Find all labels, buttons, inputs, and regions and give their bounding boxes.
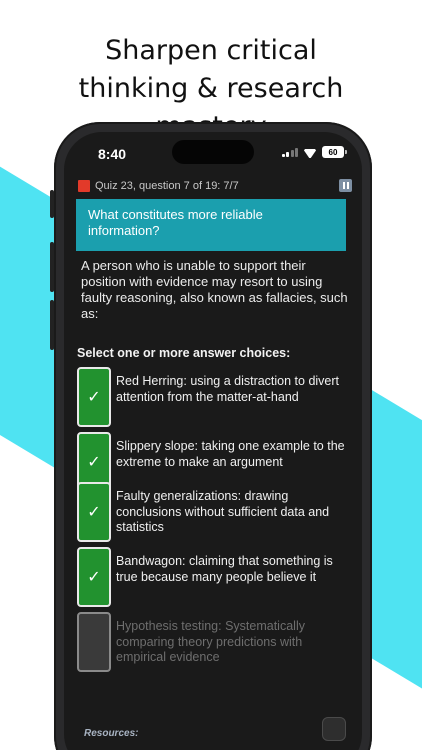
check-icon: ✓ [87,452,101,471]
status-time: 8:40 [98,146,127,162]
answer-text: Slippery slope: taking one example to th… [116,439,345,469]
wifi-icon [303,147,317,158]
answer-instruction: Select one or more answer choices: [77,346,291,360]
answer-checkbox[interactable]: ✓ [77,367,111,427]
cellular-signal-icon [281,147,298,157]
quiz-header: Quiz 23, question 7 of 19: 7/7 [78,179,352,195]
answer-text: Bandwagon: claiming that something is tr… [116,554,333,584]
phone-frame: 8:40 60 Quiz 23, question 7 of 19: 7/7 W… [54,122,372,750]
dynamic-island [172,140,254,164]
headline-line-2: thinking & research [78,73,344,104]
answer-text: Faulty generalizations: drawing conclusi… [116,489,330,534]
answer-checkbox[interactable]: ✓ [77,482,111,542]
question-box: What constitutes more reliable informati… [76,199,346,251]
answer-text: Red Herring: using a distraction to dive… [116,374,340,404]
check-icon: ✓ [87,502,101,521]
status-icons: 60 [281,146,347,158]
answer-text: Hypothesis testing: Systematically compa… [116,619,305,664]
answer-checkbox[interactable] [77,612,111,672]
next-button[interactable] [322,717,346,741]
check-icon: ✓ [87,567,101,586]
quiz-progress-label: Quiz 23, question 7 of 19: 7/7 [95,180,239,192]
check-icon: ✓ [87,387,101,406]
answer-checkbox[interactable]: ✓ [77,547,111,607]
pause-icon[interactable] [339,179,352,192]
red-square-icon [78,180,90,192]
question-prompt: A person who is unable to support their … [81,258,348,321]
phone-screen: 8:40 60 Quiz 23, question 7 of 19: 7/7 W… [64,132,362,750]
resources-label: Resources: [84,728,139,739]
battery-icon: 60 [322,146,347,158]
headline-line-1: Sharpen critical [105,35,317,66]
